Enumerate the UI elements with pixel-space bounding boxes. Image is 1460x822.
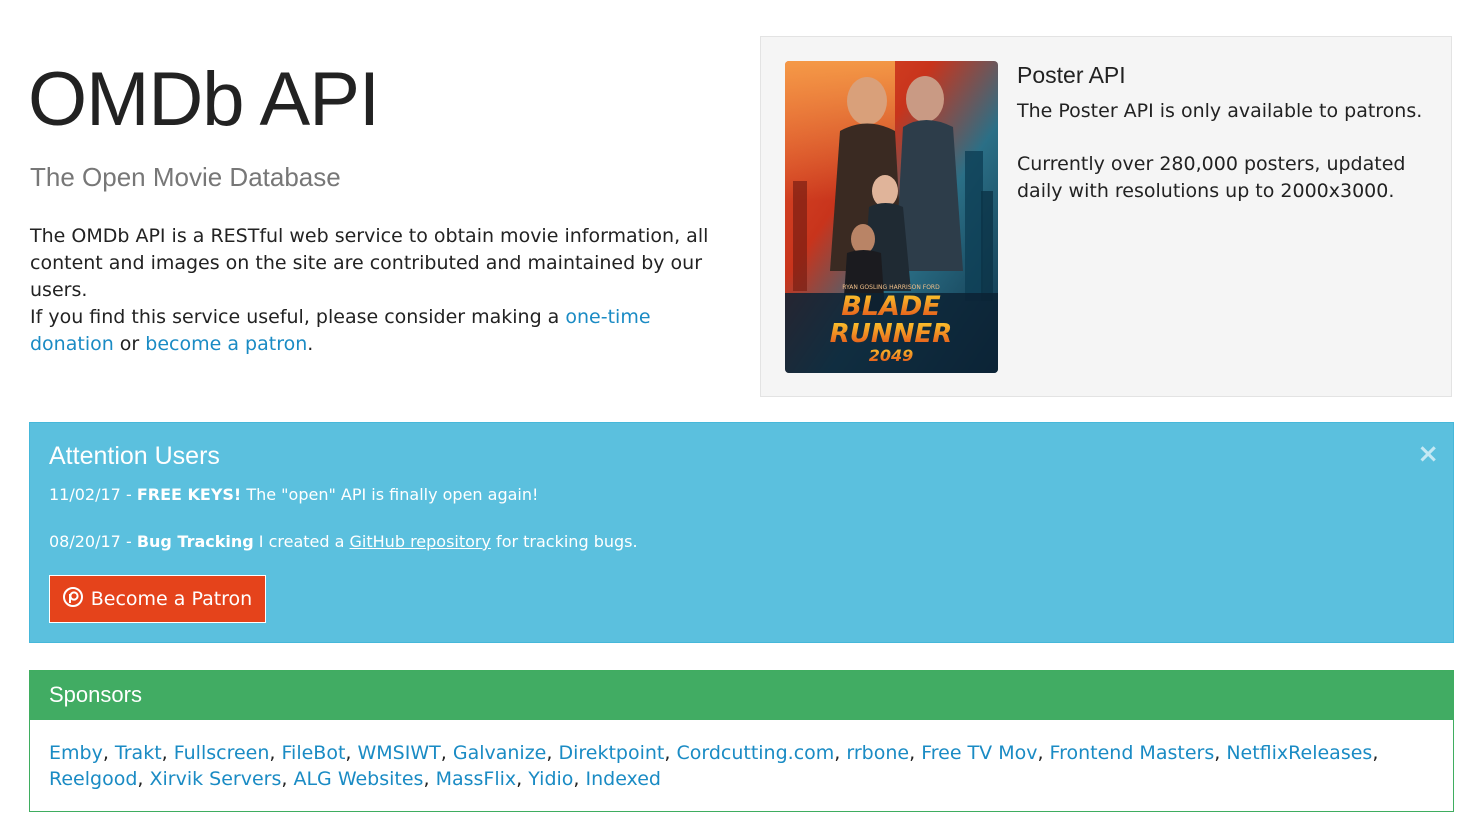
sponsor-link[interactable]: Reelgood xyxy=(49,768,137,790)
donate-suffix-text: . xyxy=(307,333,314,355)
become-a-patron-label: Become a Patron xyxy=(90,588,253,610)
sponsor-link[interactable]: Free TV Mov xyxy=(921,742,1037,764)
attention-alert: Attention Users × 11/02/17 - FREE KEYS! … xyxy=(29,422,1454,643)
notice-date: 08/20/17 - xyxy=(49,532,137,551)
donate-prefix-text: If you find this service useful, please … xyxy=(30,306,566,328)
sponsor-separator: , xyxy=(573,768,586,790)
sponsor-separator: , xyxy=(137,768,150,790)
notice-label: Bug Tracking xyxy=(136,532,254,551)
sponsors-panel: Sponsors Emby, Trakt, Fullscreen, FileBo… xyxy=(29,670,1454,812)
donate-or-text: or xyxy=(113,333,140,355)
notice-date: 11/02/17 - xyxy=(49,485,137,504)
notice-text: The "open" API is finally open again! xyxy=(241,485,539,504)
sponsor-link[interactable]: ALG Websites xyxy=(293,768,423,790)
poster-title-line1: BLADE xyxy=(841,291,941,322)
poster-api-heading: Poster API xyxy=(1017,62,1126,88)
sponsor-link[interactable]: Emby xyxy=(49,742,103,764)
sponsor-separator: , xyxy=(1372,742,1379,764)
sponsor-link[interactable]: NetflixReleases xyxy=(1226,742,1372,764)
close-icon[interactable]: × xyxy=(1417,441,1439,467)
notice-free-keys: 11/02/17 - FREE KEYS! The "open" API is … xyxy=(49,484,538,506)
poster-api-stats: Currently over 280,000 posters, updated … xyxy=(1017,153,1406,202)
sponsor-separator: , xyxy=(440,742,453,764)
sponsor-link[interactable]: rrbone xyxy=(846,742,909,764)
sponsor-separator: , xyxy=(345,742,358,764)
notice-text-before: I created a xyxy=(253,532,350,551)
page-subtitle: The Open Movie Database xyxy=(30,162,341,192)
sponsor-separator: , xyxy=(516,768,529,790)
intro-description: The OMDb API is a RESTful web service to… xyxy=(30,225,709,301)
sponsor-link[interactable]: Indexed xyxy=(586,768,661,790)
sponsor-link[interactable]: Trakt xyxy=(115,742,162,764)
poster-api-panel: RYAN GOSLING HARRISON FORD BLADE RUNNER … xyxy=(760,36,1452,397)
sponsor-link[interactable]: Xirvik Servers xyxy=(149,768,281,790)
notice-bug-tracking: 08/20/17 - Bug Tracking I created a GitH… xyxy=(49,531,638,553)
poster-api-availability: The Poster API is only available to patr… xyxy=(1017,100,1423,122)
sponsor-separator: , xyxy=(281,768,294,790)
sponsor-list: Emby, Trakt, Fullscreen, FileBot, WMSIWT… xyxy=(30,720,1453,792)
page-title: OMDb API xyxy=(28,57,380,142)
sponsor-link[interactable]: Cordcutting.com xyxy=(676,742,834,764)
poster-title-line3: 2049 xyxy=(869,346,914,365)
poster-credits: RYAN GOSLING HARRISON FORD xyxy=(842,284,940,291)
sponsor-link[interactable]: Direktpoint xyxy=(558,742,664,764)
github-repository-link[interactable]: GitHub repository xyxy=(350,532,491,551)
become-patron-link[interactable]: become a patron xyxy=(145,333,307,355)
sponsor-separator: , xyxy=(423,768,436,790)
sponsor-separator: , xyxy=(1214,742,1227,764)
sponsor-link[interactable]: Galvanize xyxy=(453,742,547,764)
notice-label: FREE KEYS! xyxy=(136,485,242,504)
donate-paragraph: If you find this service useful, please … xyxy=(30,304,740,358)
sponsor-separator: , xyxy=(664,742,677,764)
sponsor-separator: , xyxy=(546,742,559,764)
sponsor-separator: , xyxy=(269,742,282,764)
sponsor-separator: , xyxy=(161,742,174,764)
sponsor-separator: , xyxy=(909,742,922,764)
become-a-patron-button[interactable]: Become a Patron xyxy=(49,575,266,623)
sponsor-link[interactable]: Yidio xyxy=(528,768,573,790)
sponsors-heading: Sponsors xyxy=(30,671,1453,720)
sponsor-link[interactable]: Frontend Masters xyxy=(1050,742,1215,764)
sponsor-link[interactable]: WMSIWT xyxy=(358,742,441,764)
alert-title: Attention Users xyxy=(49,442,220,470)
sponsor-link[interactable]: Fullscreen xyxy=(174,742,270,764)
notice-text-after: for tracking bugs. xyxy=(490,532,638,551)
poster-title-line2: RUNNER xyxy=(830,319,952,349)
sponsor-separator: , xyxy=(102,742,115,764)
sponsor-link[interactable]: MassFlix xyxy=(436,768,517,790)
movie-poster-image: RYAN GOSLING HARRISON FORD BLADE RUNNER … xyxy=(785,61,998,373)
patreon-icon xyxy=(62,586,83,612)
sponsor-link[interactable]: FileBot xyxy=(282,742,346,764)
sponsor-separator: , xyxy=(1037,742,1050,764)
sponsor-separator: , xyxy=(834,742,847,764)
